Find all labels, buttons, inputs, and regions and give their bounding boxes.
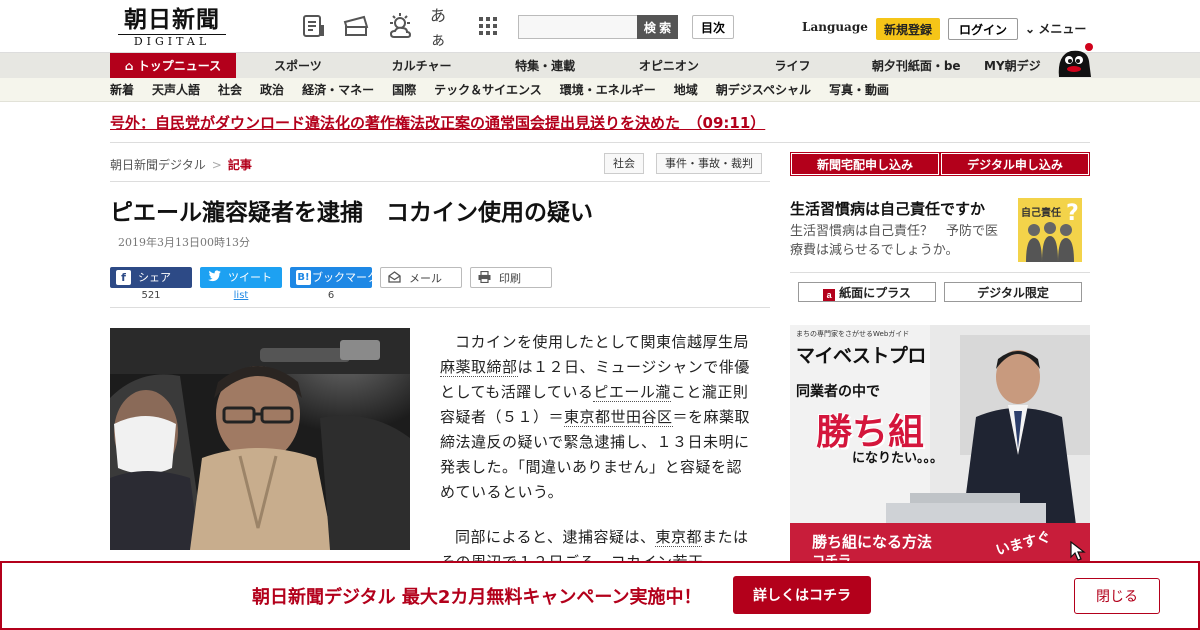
article-body: コカインを使用したとして関東信越厚生局麻薬取締部は１２日、ミュージシャンで俳優と… — [440, 330, 752, 595]
ad-now-text: いますぐ — [994, 528, 1053, 559]
sidebar-article-thumbnail[interactable]: 自己責任 ? — [1018, 198, 1082, 262]
search-button[interactable]: 検 索 — [637, 15, 678, 39]
article-headline: ピエール瀧容疑者を逮捕 コカイン使用の疑い — [110, 200, 593, 226]
sidebar-article-title[interactable]: 生活習慣病は自己責任ですか — [790, 198, 985, 219]
chevron-down-icon: ⌄ — [1025, 22, 1036, 36]
grid-menu-icon[interactable] — [474, 12, 502, 40]
sub-nav: 新着 天声人語 社会 政治 経済・マネー 国際 テック＆サイエンス 環境・エネル… — [0, 78, 1200, 102]
nav-opinion[interactable]: オピニオン — [607, 53, 731, 79]
tag-incidents[interactable]: 事件・事故・裁判 — [656, 153, 762, 174]
printer-icon — [477, 270, 492, 286]
subnav-politics[interactable]: 政治 — [260, 78, 284, 102]
campaign-text: 朝日新聞デジタル 最大2カ月無料キャンペーン実施中！ — [252, 587, 702, 608]
menu-label: メニュー — [1038, 22, 1087, 36]
breadcrumb-site[interactable]: 朝日新聞デジタル — [110, 158, 206, 172]
language-link[interactable]: Language — [802, 20, 868, 34]
logo-text-en: DIGITAL — [118, 34, 226, 48]
site-logo[interactable]: 朝日新聞 DIGITAL — [112, 6, 232, 48]
campaign-banner: 朝日新聞デジタル 最大2カ月無料キャンペーン実施中！ 詳しくはコチラ 閉じる — [0, 561, 1200, 630]
hatena-bookmark-count: 6 — [327, 290, 335, 301]
ad-cta-text: 勝ち組になる方法 — [812, 533, 933, 551]
advertisement-banner[interactable]: まちの専門家をさがせるWebガイド マイベストプロ 同業者の中で 勝ち組 になり… — [790, 325, 1090, 565]
weather-icon[interactable] — [386, 12, 414, 40]
twitter-list-link[interactable]: list — [200, 290, 282, 301]
divider — [110, 307, 770, 308]
nav-features[interactable]: 特集・連載 — [483, 53, 607, 79]
divider — [110, 142, 1090, 143]
facebook-share-count: 521 — [141, 290, 161, 301]
twitter-share-button[interactable]: ツイート — [200, 267, 282, 288]
mail-share-button[interactable]: メール — [380, 267, 462, 288]
paper-plus-button[interactable]: a 紙面にプラス — [798, 282, 936, 302]
subnav-environment[interactable]: 環境・エネルギー — [560, 78, 656, 102]
plus-logo-icon: a — [823, 288, 836, 301]
nav-sports[interactable]: スポーツ — [236, 53, 360, 79]
article-photo[interactable] — [110, 328, 410, 550]
breadcrumb: 朝日新聞デジタル > 記事 — [110, 156, 252, 173]
order-digital-button[interactable]: デジタル申し込み — [940, 152, 1090, 176]
article-paragraph: コカインを使用したとして関東信越厚生局麻薬取締部は１２日、ミュージシャンで俳優と… — [440, 333, 751, 501]
text-size-icon[interactable]: あぁ — [430, 6, 458, 49]
subnav-tech-science[interactable]: テック＆サイエンス — [434, 78, 542, 102]
campaign-details-button[interactable]: 詳しくはコチラ — [733, 576, 871, 614]
breadcrumb-current: 記事 — [227, 158, 252, 172]
subnav-economy[interactable]: 経済・マネー — [302, 78, 374, 102]
ad-cta-bar[interactable]: 勝ち組になる方法 コチラ いますぐ — [790, 523, 1090, 565]
twitter-bird-icon — [206, 270, 221, 285]
home-icon: ⌂ — [124, 59, 134, 73]
nav-paper[interactable]: 朝夕刊紙面・be — [854, 53, 978, 79]
ad-subheadline: になりたい。。。 — [852, 451, 944, 466]
breadcrumb-separator: > — [211, 158, 222, 172]
subnav-society[interactable]: 社会 — [218, 78, 242, 102]
article-timestamp: 2019年3月13日00時13分 — [118, 236, 250, 249]
toc-button[interactable]: 目次 — [692, 15, 734, 39]
divider — [790, 272, 1090, 273]
mascot-icon[interactable] — [1055, 43, 1093, 79]
breaking-news-link[interactable]: 号外：自民党がダウンロード違法化の著作権法改正案の通常国会提出見送りを決めた （… — [110, 112, 765, 133]
ad-tagline: まちの専門家をさがせるWebガイド — [796, 330, 910, 338]
keyword-link[interactable]: ピエール瀧 — [593, 383, 671, 402]
register-button[interactable]: 新規登録 — [876, 18, 940, 40]
keyword-link[interactable]: 東京都 — [655, 528, 702, 547]
ad-headline: 同業者の中で — [796, 384, 880, 400]
keyword-link[interactable]: 麻薬取締部 — [440, 358, 518, 377]
site-header: 朝日新聞 DIGITAL あぁ 検 索 目次 Language 新規登録 ログイ… — [0, 0, 1200, 52]
keyword-link[interactable]: 東京都世田谷区 — [564, 408, 673, 427]
mail-icon — [387, 271, 402, 286]
subnav-new[interactable]: 新着 — [110, 78, 134, 102]
ticket-icon[interactable] — [342, 12, 370, 40]
subnav-tenseijingo[interactable]: 天声人語 — [152, 78, 200, 102]
login-button[interactable]: ログイン — [948, 18, 1018, 40]
hatena-bookmark-button[interactable]: B! ブックマーク — [290, 267, 378, 288]
divider — [110, 181, 770, 182]
logo-text-jp: 朝日新聞 — [124, 6, 220, 33]
subnav-photo-video[interactable]: 写真・動画 — [829, 78, 889, 102]
menu-button[interactable]: ⌄ メニュー — [1025, 20, 1086, 37]
order-paper-button[interactable]: 新聞宅配申し込み — [790, 152, 940, 176]
cursor-arrow-icon — [1070, 541, 1086, 561]
hatena-icon: B! — [296, 270, 311, 285]
nav-top-news[interactable]: ⌂ トップニュース — [110, 53, 236, 79]
ad-brand-logo: マイベストプロ — [796, 345, 926, 367]
campaign-close-button[interactable]: 閉じる — [1074, 578, 1160, 614]
facebook-icon: f — [116, 270, 131, 285]
nav-life[interactable]: ライフ — [731, 53, 855, 79]
subnav-special[interactable]: 朝デジスペシャル — [716, 78, 811, 102]
facebook-share-button[interactable]: f シェア — [110, 267, 192, 288]
digital-limited-button[interactable]: デジタル限定 — [944, 282, 1082, 302]
newspaper-icon[interactable] — [300, 12, 328, 40]
search-input[interactable] — [518, 15, 638, 39]
subnav-region[interactable]: 地域 — [674, 78, 698, 102]
svg-text:?: ? — [1066, 201, 1079, 226]
main-nav: ⌂ トップニュース スポーツ カルチャー 特集・連載 オピニオン ライフ 朝夕刊… — [0, 52, 1200, 79]
sidebar-article-desc: 生活習慣病は自己責任？ 予防で医療費は減らせるでしょうか。 — [790, 224, 999, 258]
nav-culture[interactable]: カルチャー — [360, 53, 484, 79]
tag-society[interactable]: 社会 — [604, 153, 644, 174]
print-button[interactable]: 印刷 — [470, 267, 552, 288]
subnav-international[interactable]: 国際 — [392, 78, 416, 102]
